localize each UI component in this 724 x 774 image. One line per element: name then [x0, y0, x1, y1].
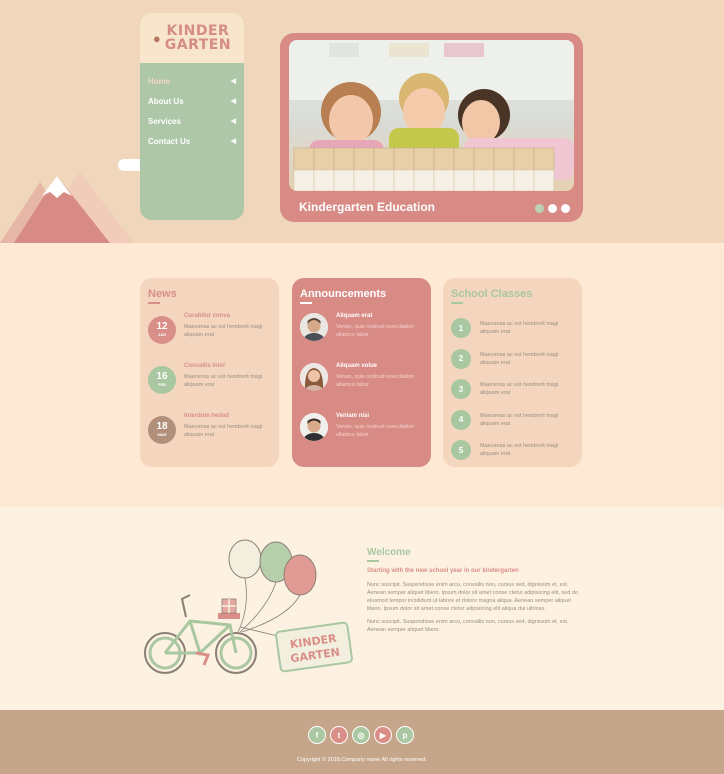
avatar [300, 363, 328, 391]
main-nav: Home ◀ About Us ◀ Services ◀ Contact Us … [140, 63, 244, 151]
youtube-icon[interactable]: ▶ [374, 726, 392, 744]
date-badge: 12 JAN [148, 316, 176, 344]
arrow-icon: ◀ [230, 98, 236, 105]
welcome-paragraph: Nunc suscipit. Suspendisse enim arcu, co… [367, 619, 569, 633]
announcement-title[interactable]: Aliquam volue [336, 363, 423, 369]
class-text: Maecenas ac est hendrerit magi aliquam e… [480, 382, 559, 397]
class-number: 2 [451, 348, 471, 369]
welcome-subtitle: Starting with the new school year in our… [367, 568, 519, 574]
class-item[interactable]: 5 Maecenas ac est hendrerit magi aliquam… [451, 435, 574, 466]
news-item[interactable]: 12 JAN Curabitur conva Maecenas ac est h… [148, 313, 271, 363]
news-item-title[interactable]: Interdum hedad [184, 413, 271, 419]
avatar [300, 313, 328, 341]
info-section: News 12 JAN Curabitur conva Maecenas ac … [0, 243, 724, 507]
announcements-title: Announcements [300, 288, 423, 304]
nav-label: Services [148, 116, 181, 126]
announcements-card: Announcements Aliquam erat Venan, quis n… [292, 278, 431, 467]
date-day: 16 [156, 371, 168, 382]
class-text: Maecenas ac est hendrerit magi aliquam e… [480, 412, 559, 427]
copyright-text: Copyright © 2018.Company name All rights… [296, 757, 427, 763]
class-text: Maecenas ac est hendrerit magi aliquam e… [480, 351, 559, 366]
twitter-icon[interactable]: t [330, 726, 348, 744]
welcome-paragraph: Nunc suscipit. Suspendisse enim arcu, co… [367, 582, 578, 612]
nav-item-home[interactable]: Home ◀ [148, 71, 236, 91]
news-item-body: Maecenas ac est hendrerit magi aliquam e… [184, 424, 263, 438]
pinterest-icon[interactable]: p [396, 726, 414, 744]
announcement-item[interactable]: Aliquam volue Venan, quis nostrud exerci… [300, 363, 423, 413]
slider-dots [535, 204, 570, 213]
logo-line-1: KINDER [166, 23, 230, 39]
class-number: 4 [451, 409, 471, 430]
class-number: 1 [451, 318, 471, 339]
classes-title: School Classes [451, 288, 574, 304]
slider-dot[interactable] [548, 204, 557, 213]
announcement-body: Venan, quis nostrud exercitation ullamco… [336, 424, 415, 438]
news-item-title[interactable]: Convallis inter [184, 363, 271, 369]
mountains-illustration [0, 172, 134, 243]
announcement-item[interactable]: Veniam nisi Venan, quis nostrud exercita… [300, 413, 423, 463]
arrow-icon: ◀ [230, 78, 236, 85]
logo[interactable]: ● KINDER GARTEN [140, 13, 244, 63]
arrow-icon: ◀ [230, 138, 236, 145]
school-classes-card: School Classes 1 Maecenas ac est hendrer… [443, 278, 582, 467]
slider-dot[interactable] [561, 204, 570, 213]
announcement-body: Venan, quis nostrud exercitation ullamco… [336, 324, 415, 338]
footer: f t ◎ ▶ p Copyright © 2018.Company name … [0, 710, 724, 774]
apple-logo-icon: ● [152, 30, 161, 46]
date-day: 12 [156, 321, 168, 332]
welcome-title: Welcome [367, 547, 579, 562]
arrow-icon: ◀ [230, 118, 236, 125]
announcement-title[interactable]: Aliquam erat [336, 313, 423, 319]
nav-item-services[interactable]: Services ◀ [148, 111, 236, 131]
hero-section: ● KINDER GARTEN Home ◀ About Us ◀ Servic… [0, 0, 724, 243]
nav-label: Contact Us [148, 136, 191, 146]
class-number: 5 [451, 440, 471, 461]
date-month: FEB [158, 382, 166, 387]
announcement-title[interactable]: Veniam nisi [336, 413, 423, 419]
social-links: f t ◎ ▶ p [308, 726, 414, 744]
instagram-icon[interactable]: ◎ [352, 726, 370, 744]
news-item[interactable]: 18 MAR Interdum hedad Maecenas ac est he… [148, 413, 271, 463]
class-item[interactable]: 2 Maecenas ac est hendrerit magi aliquam… [451, 344, 574, 375]
sidebar: ● KINDER GARTEN Home ◀ About Us ◀ Servic… [140, 13, 244, 220]
welcome-content: Welcome Starting with the new school yea… [367, 547, 579, 639]
nav-item-contact[interactable]: Contact Us ◀ [148, 131, 236, 151]
nav-item-about[interactable]: About Us ◀ [148, 91, 236, 111]
bicycle-balloons-illustration: KINDER GARTEN [138, 537, 358, 682]
news-item-body: Maecenas ac est hendrerit magi aliquam e… [184, 374, 263, 388]
class-text: Maecenas ac est hendrerit magi aliquam e… [480, 321, 559, 336]
nav-label: About Us [148, 96, 184, 106]
welcome-section: KINDER GARTEN Welcome Starting with the … [0, 507, 724, 710]
logo-line-2: GARTEN [164, 37, 232, 53]
news-title: News [148, 288, 271, 304]
date-badge: 18 MAR [148, 416, 176, 444]
date-month: MAR [157, 432, 167, 437]
date-day: 18 [156, 421, 168, 432]
news-item[interactable]: 16 FEB Convallis inter Maecenas ac est h… [148, 363, 271, 413]
slide-photo [289, 40, 574, 191]
slider-dot[interactable] [535, 204, 544, 213]
class-item[interactable]: 3 Maecenas ac est hendrerit magi aliquam… [451, 374, 574, 405]
news-item-title[interactable]: Curabitur conva [184, 313, 271, 319]
facebook-icon[interactable]: f [308, 726, 326, 744]
image-slider[interactable]: Kindergarten Education [280, 33, 583, 222]
nav-label: Home [148, 76, 171, 86]
date-badge: 16 FEB [148, 366, 176, 394]
news-card: News 12 JAN Curabitur conva Maecenas ac … [140, 278, 279, 467]
slide-caption: Kindergarten Education [299, 200, 436, 214]
announcement-item[interactable]: Aliquam erat Venan, quis nostrud exercit… [300, 313, 423, 363]
date-month: JAN [157, 332, 166, 337]
class-item[interactable]: 1 Maecenas ac est hendrerit magi aliquam… [451, 313, 574, 344]
class-number: 3 [451, 379, 471, 400]
class-item[interactable]: 4 Maecenas ac est hendrerit magi aliquam… [451, 405, 574, 436]
news-item-body: Maecenas ac est hendrerit magi aliquam e… [184, 324, 263, 338]
announcement-body: Venan, quis nostrud exercitation ullamco… [336, 374, 415, 388]
class-text: Maecenas ac est hendrerit magi aliquam e… [480, 443, 559, 458]
avatar [300, 413, 328, 441]
